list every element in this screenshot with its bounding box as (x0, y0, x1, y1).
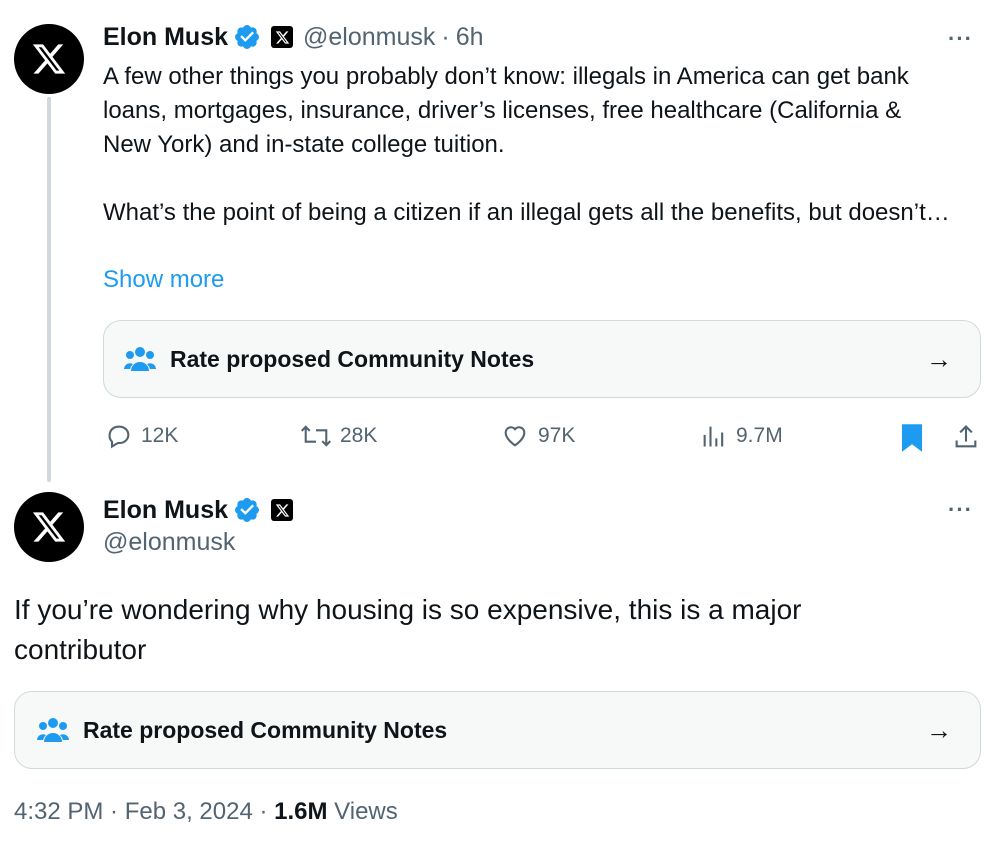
community-notes-card[interactable]: Rate proposed Community Notes → (14, 691, 981, 769)
views-icon (703, 426, 724, 447)
author-name[interactable]: Elon Musk (103, 496, 228, 525)
community-notes-icon (37, 718, 69, 742)
avatar[interactable] (14, 492, 84, 562)
x-affiliation-badge[interactable] (271, 499, 294, 521)
reply-button[interactable]: 12K (105, 422, 178, 450)
reply-icon (108, 425, 130, 449)
bookmark-button[interactable] (899, 423, 925, 458)
tweet-header: Elon Musk @elonmusk · 6h (103, 20, 484, 54)
like-button[interactable]: 97K (500, 422, 575, 450)
like-count: 97K (538, 424, 576, 447)
tweet-text: If you’re wondering why housing is so ex… (14, 594, 802, 665)
community-notes-card[interactable]: Rate proposed Community Notes → (103, 320, 981, 398)
views-count: 9.7M (736, 424, 783, 447)
x-logo-icon (275, 30, 289, 44)
show-more-link[interactable]: Show more (103, 266, 224, 294)
reply-count: 12K (141, 424, 179, 447)
x-logo-icon (275, 503, 289, 517)
avatar[interactable] (14, 24, 84, 94)
author-handle[interactable]: @elonmusk (303, 23, 435, 52)
arrow-right-icon: → (926, 714, 952, 745)
views-count: 1.6M (274, 798, 328, 825)
x-logo-icon (32, 512, 66, 542)
bookmark-icon (902, 424, 922, 452)
verified-badge-icon[interactable] (233, 23, 261, 51)
x-affiliation-badge[interactable] (271, 26, 294, 48)
verified-badge-icon[interactable] (233, 496, 261, 524)
post-metadata: 4:32 PM · Feb 3, 2024 · 1.6M Views (14, 798, 398, 826)
separator-dot: · (441, 22, 450, 51)
share-button[interactable] (952, 423, 980, 456)
repost-icon (300, 425, 332, 447)
community-notes-icon (124, 347, 156, 371)
community-notes-label: Rate proposed Community Notes (83, 716, 448, 743)
share-icon (955, 425, 977, 448)
community-notes-label: Rate proposed Community Notes (170, 345, 535, 372)
x-logo-icon (32, 44, 66, 74)
views-button[interactable]: 9.7M (700, 422, 783, 450)
post-timestamp[interactable]: 4:32 PM · Feb 3, 2024 · (14, 798, 274, 825)
post-time[interactable]: 6h (456, 23, 484, 52)
arrow-right-icon: → (926, 343, 952, 374)
more-options-icon[interactable]: ··· (948, 497, 973, 523)
author-name[interactable]: Elon Musk (103, 23, 228, 52)
author-handle[interactable]: @elonmusk (103, 528, 235, 557)
repost-button[interactable]: 28K (300, 422, 377, 450)
heart-icon (504, 426, 526, 447)
tweet-text: A few other things you probably don’t kn… (103, 63, 950, 226)
repost-count: 28K (340, 424, 378, 447)
more-options-icon[interactable]: ··· (948, 26, 973, 52)
tweet-header: Elon Musk (103, 493, 294, 527)
views-label: Views (327, 798, 398, 825)
thread-line (47, 97, 51, 482)
